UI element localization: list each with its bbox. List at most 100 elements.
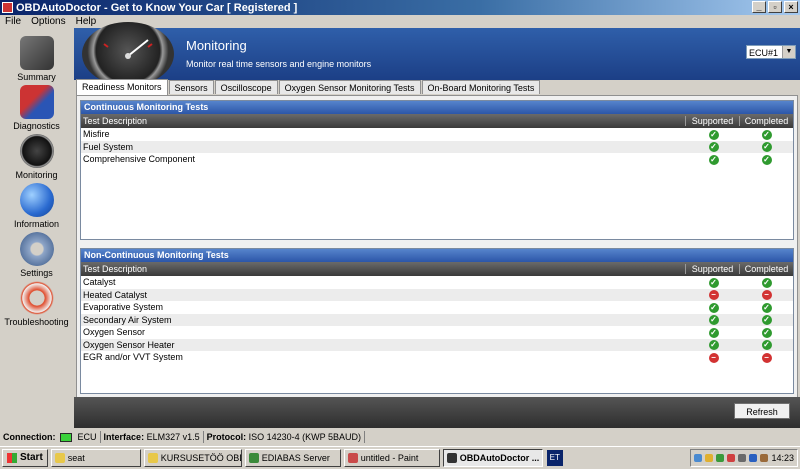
sidebar: Summary Diagnostics Monitoring Informati… [0, 28, 73, 428]
refresh-button[interactable]: Refresh [734, 403, 790, 419]
check-icon: ✓ [761, 340, 772, 351]
ecu-select-value: ECU#1 [749, 48, 779, 58]
sidebar-item-label: Troubleshooting [4, 317, 69, 327]
column-header[interactable]: Completed [739, 264, 793, 274]
test-description: Oxygen Sensor Heater [83, 339, 175, 350]
column-header[interactable]: Supported [685, 116, 739, 126]
clock[interactable]: 14:23 [771, 453, 794, 463]
table-row[interactable]: Secondary Air System ✓ ✓ [81, 313, 793, 326]
taskbar-button-ediabas[interactable]: EDIABAS Server [244, 449, 341, 467]
menu-help[interactable]: Help [71, 16, 102, 27]
paint-icon [347, 453, 358, 463]
sidebar-item-summary[interactable]: Summary [0, 36, 73, 82]
menu-file[interactable]: File [0, 16, 26, 27]
protocol-status: Protocol: ISO 14230-4 (KWP 5BAUD) [204, 431, 366, 443]
table-row[interactable]: EGR and/or VVT System − − [81, 351, 793, 364]
folder-icon [147, 453, 158, 463]
globe-icon [19, 183, 54, 217]
table-row[interactable]: Catalyst ✓ ✓ [81, 276, 793, 289]
check-icon: ✓ [761, 277, 772, 288]
tab-readiness-monitors[interactable]: Readiness Monitors [76, 79, 168, 95]
menu-options[interactable]: Options [26, 16, 70, 27]
continuous-tests-panel: Continuous Monitoring Tests Test Descrip… [80, 100, 794, 240]
table-row[interactable]: Fuel System ✓ ✓ [81, 140, 793, 153]
panel-title: Continuous Monitoring Tests [81, 101, 793, 114]
test-description: Heated Catalyst [83, 289, 148, 300]
supported-cell: − [687, 352, 740, 363]
taskbar-button-paint[interactable]: untitled - Paint [343, 449, 440, 467]
no-entry-icon: − [761, 352, 772, 363]
taskbar-button-label: seat [67, 453, 85, 463]
connection-label: Connection: [3, 432, 56, 442]
check-icon: ✓ [708, 340, 719, 351]
completed-cell: ✓ [740, 327, 793, 338]
table-row[interactable]: Oxygen Sensor ✓ ✓ [81, 326, 793, 339]
language-indicator[interactable]: ET [546, 450, 563, 466]
check-icon: ✓ [708, 154, 719, 165]
supported-cell: ✓ [687, 339, 740, 351]
column-header[interactable]: Test Description [81, 264, 685, 274]
tab-oxygen-sensor-monitoring-tests[interactable]: Oxygen Sensor Monitoring Tests [278, 80, 421, 94]
table-row[interactable]: Heated Catalyst − − [81, 288, 793, 301]
check-icon: ✓ [761, 302, 772, 313]
test-description: EGR and/or VVT System [83, 352, 183, 363]
supported-cell: ✓ [687, 302, 740, 313]
check-icon: ✓ [761, 129, 772, 140]
sidebar-item-information[interactable]: Information [0, 183, 73, 229]
check-icon: ✓ [708, 302, 719, 313]
taskbar-button-kursusetoo[interactable]: KURSUSETÖÖ OBD [143, 449, 242, 467]
readiness-monitors-panel: Continuous Monitoring Tests Test Descrip… [76, 95, 798, 428]
test-description: Misfire [83, 129, 110, 140]
tab-on-board-monitoring-tests[interactable]: On-Board Monitoring Tests [421, 80, 541, 94]
tray-icon[interactable] [705, 454, 714, 462]
table-row[interactable]: Oxygen Sensor Heater ✓ ✓ [81, 338, 793, 351]
sidebar-item-monitoring[interactable]: Monitoring [0, 134, 73, 180]
tray-icon[interactable] [694, 454, 703, 462]
check-icon: ✓ [761, 154, 772, 165]
test-description: Evaporative System [83, 302, 164, 313]
sidebar-item-label: Settings [20, 268, 53, 278]
tray-icon[interactable] [727, 454, 736, 462]
table-row[interactable]: Comprehensive Component ✓ ✓ [81, 153, 793, 166]
sidebar-item-label: Summary [17, 72, 56, 82]
tab-sensors[interactable]: Sensors [168, 80, 214, 94]
tray-icon[interactable] [738, 454, 747, 462]
taskbar-button-obdautodoctor[interactable]: OBDAutoDoctor ... [442, 449, 543, 467]
server-icon [248, 453, 259, 463]
close-button[interactable]: × [784, 1, 798, 13]
taskbar-button-label: EDIABAS Server [261, 453, 330, 463]
ecu-select[interactable]: ECU#1 ▼ [746, 45, 796, 59]
sidebar-item-diagnostics[interactable]: Diagnostics [0, 85, 73, 131]
tray-icon[interactable] [760, 454, 769, 462]
check-icon: ✓ [708, 129, 719, 140]
completed-cell: − [740, 352, 793, 363]
sidebar-item-settings[interactable]: Settings [0, 232, 73, 278]
window-title: OBDAutoDoctor - Get to Know Your Car [ R… [16, 1, 298, 14]
check-icon: ✓ [761, 315, 772, 326]
folder-icon [54, 453, 65, 463]
taskbar-button-seat[interactable]: seat [50, 449, 141, 467]
connection-status: Connection: ECU [0, 431, 101, 443]
chevron-down-icon[interactable]: ▼ [782, 46, 795, 58]
column-header[interactable]: Supported [685, 264, 739, 274]
tray-icon[interactable] [749, 454, 758, 462]
supported-cell: ✓ [687, 129, 740, 140]
table-row[interactable]: Evaporative System ✓ ✓ [81, 301, 793, 314]
minimize-button[interactable]: _ [752, 1, 766, 13]
tab-oscilloscope[interactable]: Oscilloscope [214, 80, 278, 94]
restore-button[interactable]: ▫ [768, 1, 782, 13]
sidebar-item-label: Information [13, 219, 60, 229]
completed-cell: ✓ [740, 302, 793, 313]
column-header[interactable]: Completed [739, 116, 793, 126]
sidebar-item-troubleshooting[interactable]: Troubleshooting [0, 281, 73, 327]
connection-value: ECU [77, 432, 97, 442]
tray-icon[interactable] [716, 454, 725, 462]
taskbar-button-label: untitled - Paint [360, 453, 419, 463]
column-header[interactable]: Test Description [81, 116, 685, 126]
completed-cell: ✓ [740, 141, 793, 153]
gauge-icon [82, 22, 174, 86]
test-description: Catalyst [83, 277, 116, 288]
start-button[interactable]: Start [2, 449, 48, 467]
connection-led-icon [60, 433, 73, 443]
table-row[interactable]: Misfire ✓ ✓ [81, 128, 793, 141]
